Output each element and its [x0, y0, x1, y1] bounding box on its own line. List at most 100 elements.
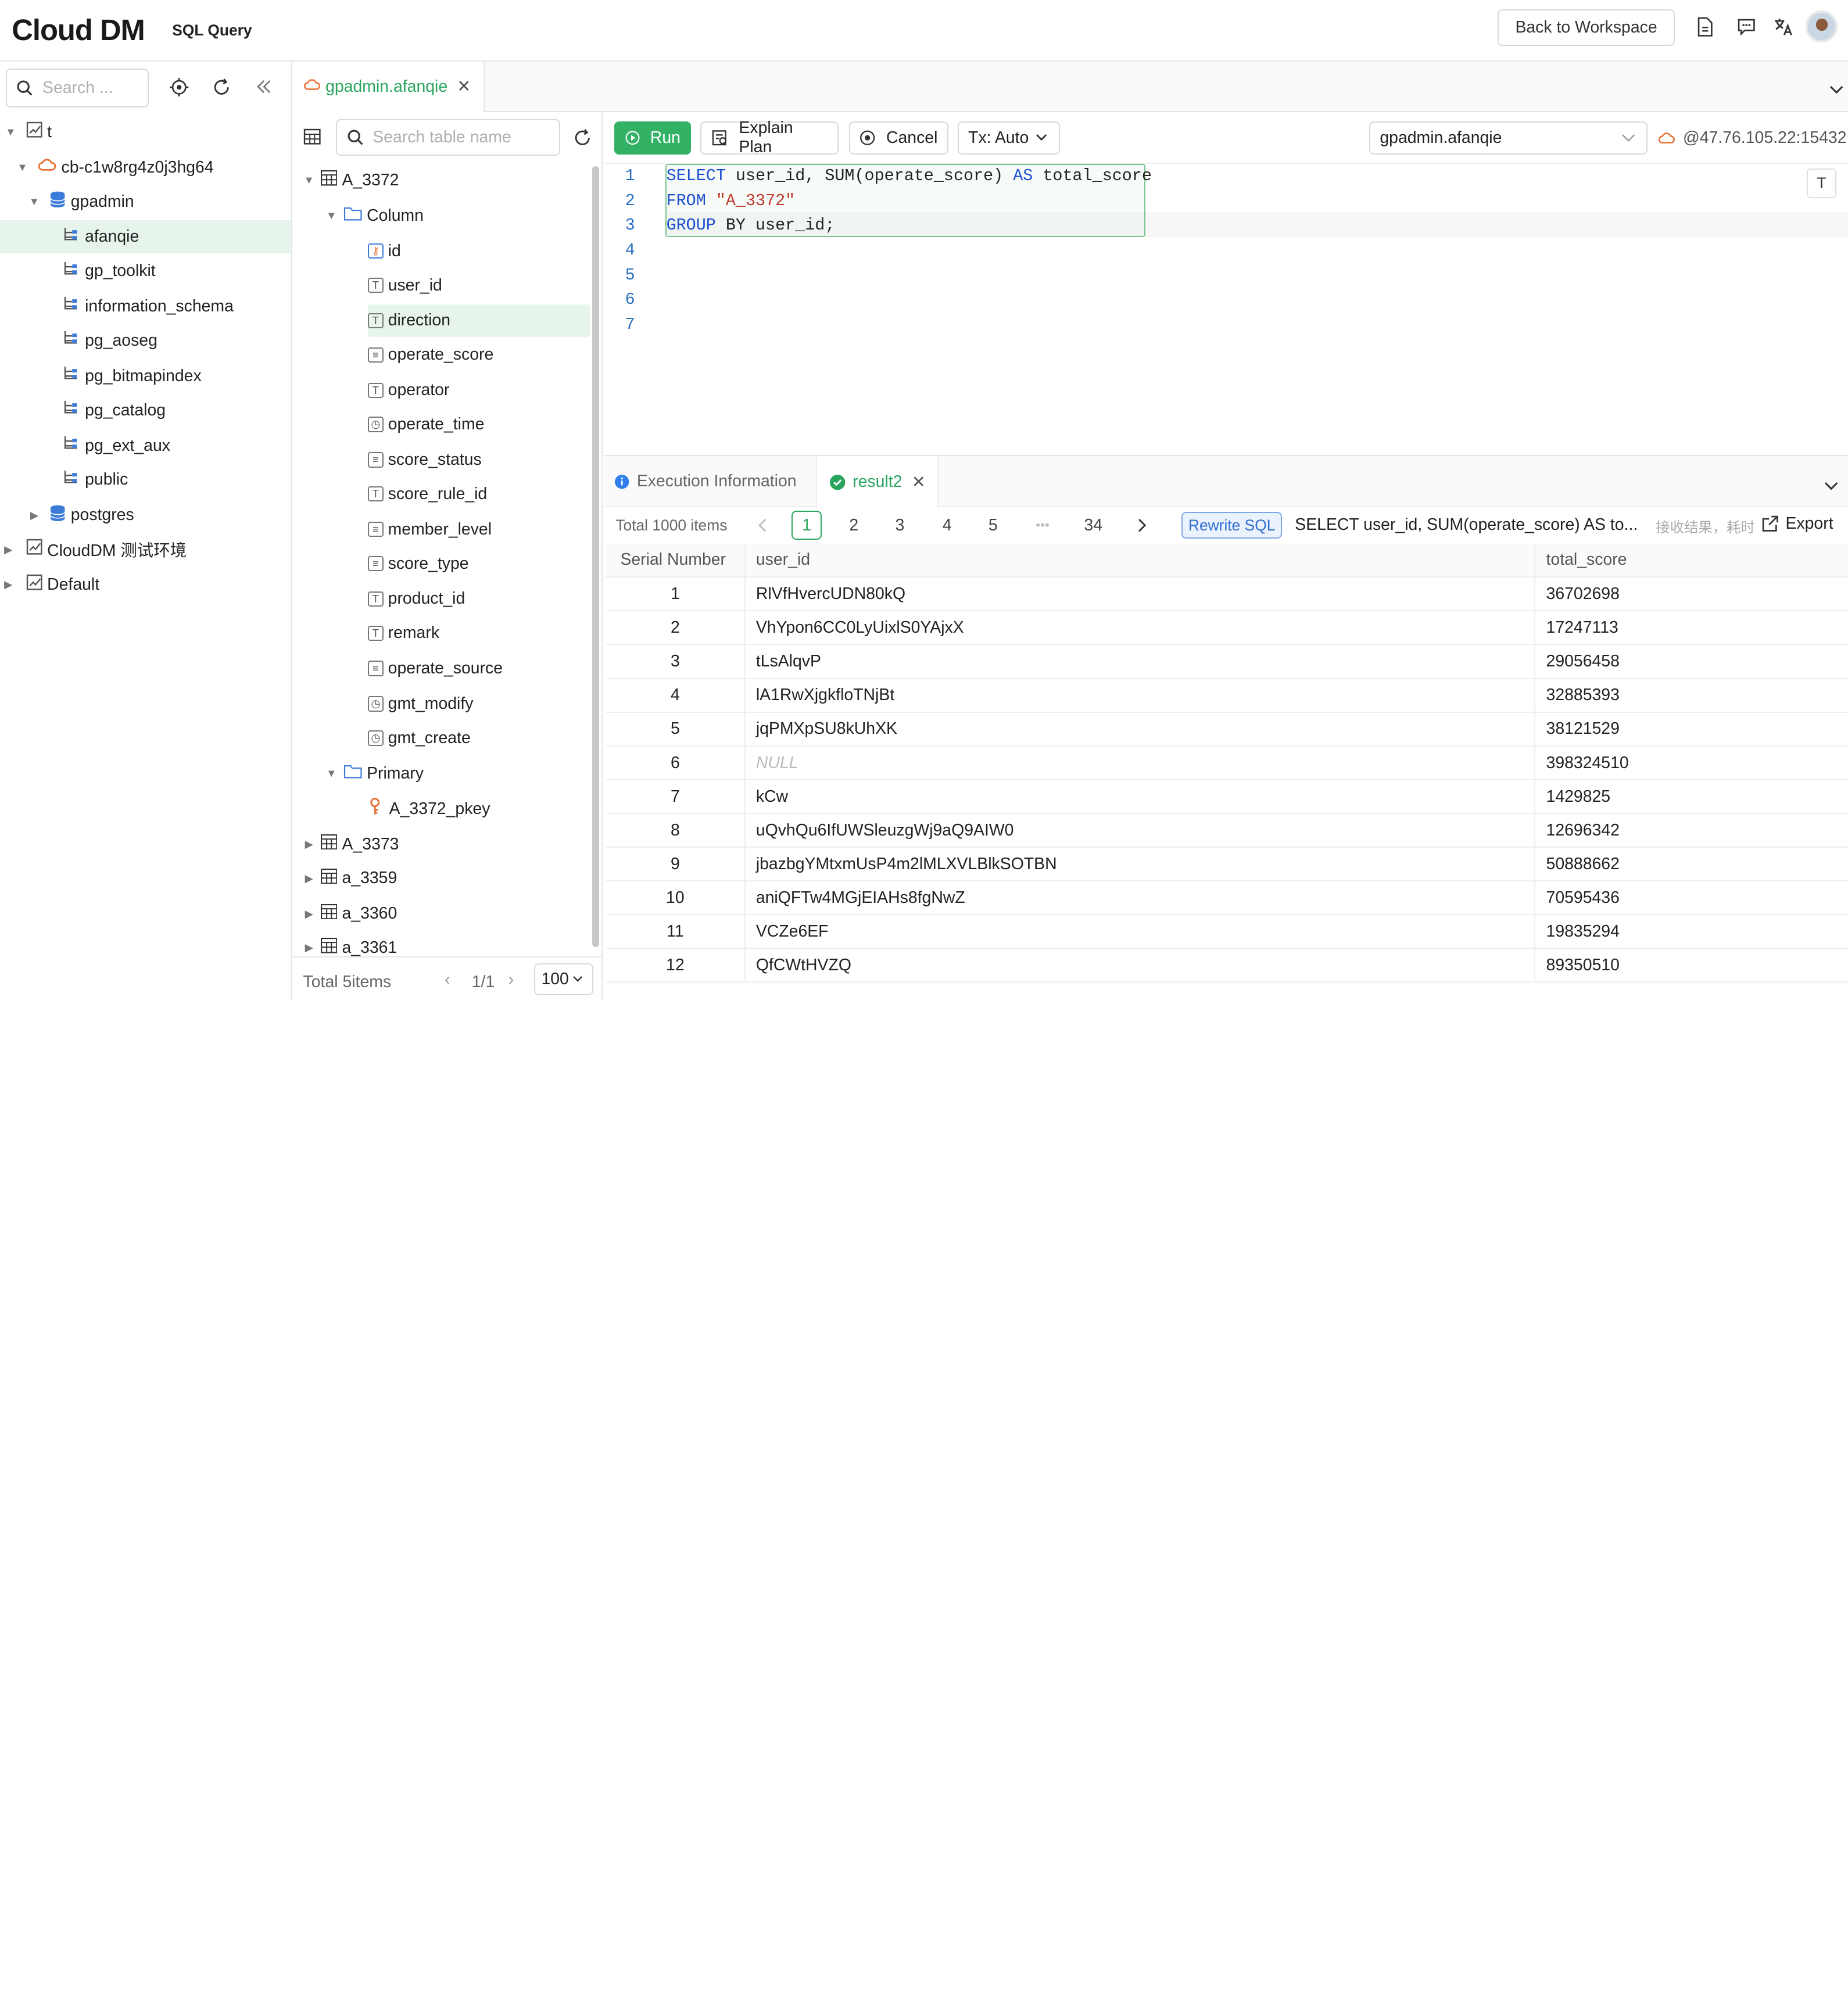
- table-node-a3373[interactable]: ▶ A_3373: [303, 828, 399, 861]
- collapsed-arrow-icon[interactable]: ▶: [2, 579, 14, 590]
- column-score-type[interactable]: ≡ score_type: [368, 547, 590, 580]
- serial-number-cell[interactable]: 7: [606, 780, 746, 813]
- table-row[interactable]: 5 jqPMXpSU8kUhXK 38121529: [606, 712, 1848, 747]
- table-row[interactable]: 9 jbazbgYMtxmUsP4m2lMLXVLBlkSOTBN 50888662: [606, 847, 1848, 881]
- connection-select[interactable]: gpadmin.afanqie: [1369, 121, 1648, 155]
- column-gmt-create[interactable]: ◷ gmt_create: [368, 722, 590, 755]
- serial-number-cell[interactable]: 4: [606, 679, 746, 712]
- column-user-id[interactable]: T user_id: [368, 269, 590, 302]
- tab-execution-information[interactable]: Execution Information: [604, 456, 816, 507]
- total-score-cell[interactable]: 38121529: [1535, 713, 1848, 746]
- header-serial-number[interactable]: Serial Number: [606, 543, 746, 577]
- primary-folder[interactable]: ▼ Primary: [325, 757, 424, 790]
- refresh-icon[interactable]: [573, 128, 592, 152]
- page-ellipsis[interactable]: •••: [1027, 511, 1058, 540]
- tree-node-pg-catalog[interactable]: pg_catalog: [0, 394, 291, 427]
- table-row[interactable]: 12 QfCWtHVZQ 89350510: [606, 948, 1848, 982]
- table-row[interactable]: 7 kCw 1429825: [606, 780, 1848, 814]
- total-score-cell[interactable]: 12696342: [1535, 814, 1848, 847]
- user-id-cell[interactable]: VCZe6EF: [746, 915, 1536, 948]
- prev-page-icon[interactable]: ‹: [445, 970, 450, 989]
- expanded-arrow-icon[interactable]: ▼: [16, 161, 28, 173]
- table-row[interactable]: 10 aniQFTw4MGjEIAHs8fgNwZ 70595436: [606, 881, 1848, 915]
- next-page-icon[interactable]: [1127, 511, 1158, 540]
- export-button[interactable]: Export: [1762, 514, 1833, 533]
- user-id-cell[interactable]: lA1RwXjgkfloTNjBt: [746, 679, 1536, 712]
- page-2-button[interactable]: 2: [839, 511, 869, 540]
- prev-page-icon[interactable]: [747, 511, 778, 540]
- column-operate-source[interactable]: ≡ operate_source: [368, 652, 590, 685]
- serial-number-cell[interactable]: 10: [606, 881, 746, 915]
- chevron-down-icon[interactable]: [1824, 476, 1838, 496]
- collapsed-arrow-icon[interactable]: ▶: [303, 908, 315, 920]
- sql-editor[interactable]: 1 2 3 4 5 6 7 SELECT user_id, SUM(operat…: [604, 164, 1848, 454]
- expanded-arrow-icon[interactable]: ▼: [303, 174, 315, 186]
- column-product-id[interactable]: T product_id: [368, 583, 590, 616]
- tree-node-gpadmin[interactable]: ▼ gpadmin: [0, 185, 291, 218]
- tree-node-instance[interactable]: ▼ cb-c1w8rg4z0j3hg64: [0, 151, 291, 184]
- document-icon[interactable]: [1695, 16, 1716, 38]
- total-score-cell[interactable]: 1429825: [1535, 780, 1848, 813]
- total-score-cell[interactable]: 50888662: [1535, 848, 1848, 881]
- user-id-cell[interactable]: RlVfHvercUDN80kQ: [746, 578, 1536, 611]
- serial-number-cell[interactable]: 6: [606, 746, 746, 780]
- total-score-cell[interactable]: 70595436: [1535, 881, 1848, 915]
- table-row[interactable]: 4 lA1RwXjgkfloTNjBt 32885393: [606, 679, 1848, 713]
- tree-node-afanqie[interactable]: afanqie: [0, 220, 292, 254]
- serial-number-cell[interactable]: 5: [606, 712, 746, 746]
- user-id-cell[interactable]: aniQFTw4MGjEIAHs8fgNwZ: [746, 881, 1536, 915]
- column-folder[interactable]: ▼ Column: [325, 199, 424, 232]
- user-id-cell[interactable]: QfCWtHVZQ: [746, 948, 1536, 982]
- collapsed-arrow-icon[interactable]: ▶: [303, 942, 315, 953]
- table-row[interactable]: 8 uQvhQu6IfUWSleuzgWj9aQ9AIW0 12696342: [606, 813, 1848, 848]
- table-row[interactable]: 3 tLsAlqvP 29056458: [606, 645, 1848, 679]
- page-34-button[interactable]: 34: [1078, 511, 1109, 540]
- header-total-score[interactable]: total_score: [1535, 544, 1848, 577]
- table-pane-scrollbar[interactable]: [592, 166, 599, 947]
- tab-result2[interactable]: result2 ✕: [816, 456, 939, 508]
- column-score-rule-id[interactable]: T score_rule_id: [368, 478, 590, 511]
- tree-search-input[interactable]: Search ...: [6, 68, 149, 107]
- explain-plan-button[interactable]: Explain Plan: [700, 119, 839, 156]
- tree-node-pg-aoseg[interactable]: pg_aoseg: [0, 324, 291, 357]
- total-score-cell[interactable]: 32885393: [1535, 679, 1848, 712]
- collapsed-arrow-icon[interactable]: ▶: [303, 872, 315, 884]
- user-id-cell[interactable]: VhYpon6CC0LyUixlS0YAjxX: [746, 611, 1536, 645]
- next-page-icon[interactable]: ›: [508, 970, 514, 989]
- collapsed-arrow-icon[interactable]: ▶: [303, 838, 315, 850]
- serial-number-cell[interactable]: 9: [606, 847, 746, 881]
- total-score-cell[interactable]: 17247113: [1535, 611, 1848, 644]
- primary-key-a3372-pkey[interactable]: A_3372_pkey: [368, 792, 490, 826]
- table-node-a3360[interactable]: ▶ a_3360: [303, 897, 397, 930]
- column-gmt-modify[interactable]: ◷ gmt_modify: [368, 687, 590, 720]
- back-to-workspace-button[interactable]: Back to Workspace: [1498, 9, 1675, 46]
- serial-number-cell[interactable]: 3: [606, 645, 746, 679]
- tree-node-public[interactable]: public: [0, 464, 291, 497]
- page-4-button[interactable]: 4: [932, 511, 962, 540]
- page-3-button[interactable]: 3: [884, 511, 915, 540]
- serial-number-cell[interactable]: 8: [606, 813, 746, 847]
- column-id[interactable]: ⚷ id: [368, 235, 590, 268]
- tree-node-clouddm-test[interactable]: ▶ CloudDM 测试环境: [0, 533, 291, 566]
- chat-icon[interactable]: [1736, 16, 1757, 38]
- locate-icon[interactable]: [170, 77, 189, 101]
- table-row[interactable]: 1 RlVfHvercUDN80kQ 36702698: [606, 578, 1848, 612]
- expanded-arrow-icon[interactable]: ▼: [325, 210, 337, 221]
- tree-node-information-schema[interactable]: information_schema: [0, 290, 291, 323]
- collapse-sidebar-icon[interactable]: [256, 78, 272, 99]
- expanded-arrow-icon[interactable]: ▼: [5, 125, 16, 138]
- cancel-button[interactable]: Cancel: [849, 121, 948, 155]
- user-id-cell[interactable]: jbazbgYMtxmUsP4m2lMLXVLBlkSOTBN: [746, 847, 1536, 881]
- table-row[interactable]: 6 NULL 398324510: [606, 746, 1848, 780]
- serial-number-cell[interactable]: 2: [606, 611, 746, 645]
- total-score-cell[interactable]: 89350510: [1535, 949, 1848, 982]
- tree-node-t[interactable]: ▼ t: [0, 116, 291, 149]
- total-score-cell[interactable]: 29056458: [1535, 645, 1848, 678]
- table-grid-icon[interactable]: [303, 128, 321, 149]
- page-1-button[interactable]: 1: [791, 510, 822, 540]
- column-score-status[interactable]: ≡ score_status: [368, 443, 590, 476]
- table-row[interactable]: 11 VCZe6EF 19835294: [606, 915, 1848, 949]
- column-direction[interactable]: T direction: [368, 304, 590, 338]
- page-5-button[interactable]: 5: [977, 511, 1008, 540]
- tree-node-pg-bitmapindex[interactable]: pg_bitmapindex: [0, 360, 291, 393]
